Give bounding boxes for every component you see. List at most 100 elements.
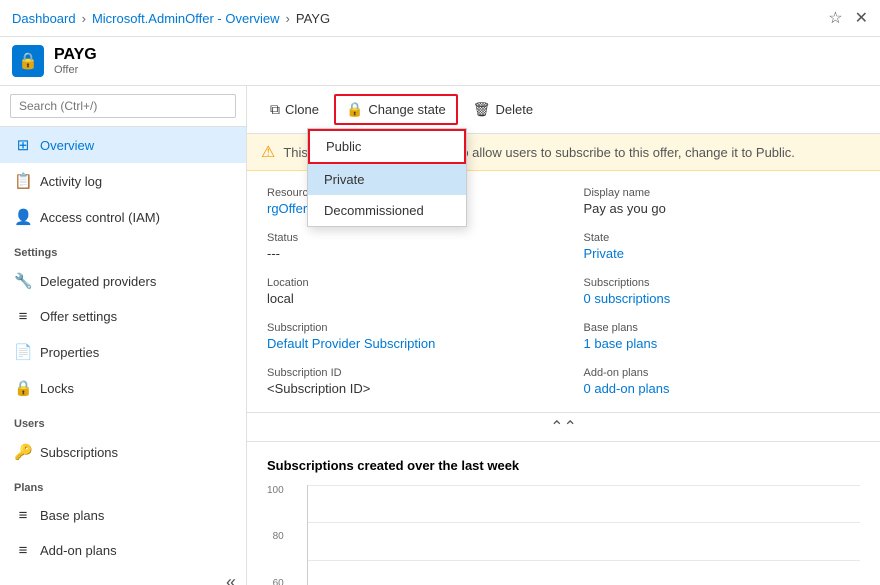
subscription-value[interactable]: Default Provider Subscription [267, 336, 544, 351]
change-state-dropdown: Public Private Decommissioned [307, 128, 467, 227]
properties-icon: 📄 [14, 343, 32, 361]
clone-icon: ⧉ [270, 101, 280, 118]
activity-log-icon: 📋 [14, 172, 32, 190]
base-plans-item: Base plans 1 base plans [584, 322, 861, 351]
plans-section-label: Plans [0, 470, 246, 498]
sidebar-collapse[interactable]: « [0, 568, 246, 585]
delete-label: Delete [496, 102, 534, 117]
status-value: --- [267, 246, 544, 261]
users-section-label: Users [0, 406, 246, 434]
scroll-indicator[interactable]: ⌃⌃ [247, 412, 880, 441]
search-box [0, 86, 246, 127]
breadcrumb-admin-offer[interactable]: Microsoft.AdminOffer - Overview [92, 11, 280, 26]
sidebar-item-locks[interactable]: 🔒 Locks [0, 370, 246, 406]
settings-section-label: Settings [0, 235, 246, 263]
sidebar-item-delegated-providers[interactable]: 🔧 Delegated providers [0, 263, 246, 299]
subscription-item: Subscription Default Provider Subscripti… [267, 322, 544, 351]
add-on-plans-item: Add-on plans 0 add-on plans [584, 367, 861, 396]
locks-icon: 🔒 [14, 379, 32, 397]
access-control-icon: 👤 [14, 208, 32, 226]
sidebar-item-base-plans[interactable]: ≡ Base plans [0, 498, 246, 533]
chart-title: Subscriptions created over the last week [267, 458, 860, 473]
sidebar-item-label-delegated-providers: Delegated providers [40, 274, 156, 289]
add-on-plans-icon: ≡ [14, 542, 32, 559]
main-content: ⧉ Clone 🔒 Change state 🗑 Delete Public P… [247, 86, 880, 585]
change-state-button[interactable]: 🔒 Change state [334, 94, 458, 125]
app-header: 🔒 PAYG Offer [0, 37, 880, 86]
pin-icon[interactable]: ☆ [828, 8, 842, 28]
display-name-item: Display name Pay as you go [584, 187, 861, 216]
sidebar-item-label-overview: Overview [40, 138, 94, 153]
y-axis: 100 80 60 40 [267, 485, 290, 585]
sidebar-item-properties[interactable]: 📄 Properties [0, 334, 246, 370]
search-input[interactable] [10, 94, 236, 118]
status-item: Status --- [267, 232, 544, 261]
offer-icon: 🔒 [18, 51, 38, 71]
y-label-80: 80 [273, 531, 284, 542]
subscription-id-label: Subscription ID [267, 367, 544, 379]
breadcrumb-payg: PAYG [296, 11, 330, 26]
y-label-100: 100 [267, 485, 284, 496]
delete-icon: 🗑 [473, 101, 491, 118]
scroll-up-icon[interactable]: ⌃⌃ [550, 417, 577, 437]
add-on-plans-value[interactable]: 0 add-on plans [584, 381, 861, 396]
sidebar: ⊞ Overview 📋 Activity log 👤 Access contr… [0, 86, 247, 585]
base-plans-value[interactable]: 1 base plans [584, 336, 861, 351]
close-icon[interactable]: ✕ [855, 8, 868, 28]
grid-line-60 [308, 560, 860, 561]
status-label: Status [267, 232, 544, 244]
subscription-label: Subscription [267, 322, 544, 334]
sidebar-item-label-locks: Locks [40, 381, 74, 396]
top-bar-icons: ☆ ✕ [828, 8, 868, 28]
sidebar-item-label-offer-settings: Offer settings [40, 309, 117, 324]
subscriptions-count-item: Subscriptions 0 subscriptions [584, 277, 861, 306]
sidebar-item-offer-settings[interactable]: ≡ Offer settings [0, 299, 246, 334]
sidebar-item-activity-log[interactable]: 📋 Activity log [0, 163, 246, 199]
sidebar-item-label-add-on-plans: Add-on plans [40, 543, 117, 558]
display-name-value: Pay as you go [584, 201, 861, 216]
sidebar-item-subscriptions[interactable]: 🔑 Subscriptions [0, 434, 246, 470]
dropdown-item-private[interactable]: Private [308, 164, 466, 195]
state-value[interactable]: Private [584, 246, 861, 261]
chart-area [307, 485, 860, 585]
sidebar-item-add-on-plans[interactable]: ≡ Add-on plans [0, 533, 246, 568]
chart-section: Subscriptions created over the last week… [247, 441, 880, 585]
subscriptions-icon: 🔑 [14, 443, 32, 461]
sidebar-item-label-subscriptions: Subscriptions [40, 445, 118, 460]
location-value: local [267, 291, 544, 306]
base-plans-label: Base plans [584, 322, 861, 334]
add-on-plans-label: Add-on plans [584, 367, 861, 379]
sidebar-item-label-base-plans: Base plans [40, 508, 104, 523]
layout: ⊞ Overview 📋 Activity log 👤 Access contr… [0, 86, 880, 585]
clone-label: Clone [285, 102, 319, 117]
grid-line-80 [308, 522, 860, 523]
dropdown-item-decommissioned[interactable]: Decommissioned [308, 195, 466, 226]
delete-button[interactable]: 🗑 Delete [462, 95, 544, 124]
location-label: Location [267, 277, 544, 289]
clone-button[interactable]: ⧉ Clone [259, 95, 330, 124]
top-bar: Dashboard › Microsoft.AdminOffer - Overv… [0, 0, 880, 37]
sidebar-item-label-access-control: Access control (IAM) [40, 210, 160, 225]
sidebar-item-access-control[interactable]: 👤 Access control (IAM) [0, 199, 246, 235]
sidebar-item-label-activity-log: Activity log [40, 174, 102, 189]
delegated-providers-icon: 🔧 [14, 272, 32, 290]
overview-icon: ⊞ [14, 136, 32, 154]
app-icon: 🔒 [12, 45, 44, 77]
dropdown-item-public[interactable]: Public [308, 129, 466, 164]
app-subtitle: Offer [54, 64, 97, 76]
breadcrumb: Dashboard › Microsoft.AdminOffer - Overv… [12, 11, 330, 26]
state-label: State [584, 232, 861, 244]
chart-container: 100 80 60 40 [267, 485, 860, 585]
change-state-icon: 🔒 [346, 101, 363, 118]
toolbar: ⧉ Clone 🔒 Change state 🗑 Delete Public P… [247, 86, 880, 134]
app-title: PAYG [54, 46, 97, 64]
sidebar-item-overview[interactable]: ⊞ Overview [0, 127, 246, 163]
breadcrumb-sep-2: › [286, 11, 290, 26]
base-plans-icon: ≡ [14, 507, 32, 524]
dropdown-private-label: Private [324, 172, 364, 187]
subscriptions-count-value[interactable]: 0 subscriptions [584, 291, 861, 306]
app-title-group: PAYG Offer [54, 46, 97, 76]
breadcrumb-sep-1: › [82, 11, 86, 26]
sidebar-item-label-properties: Properties [40, 345, 99, 360]
breadcrumb-dashboard[interactable]: Dashboard [12, 11, 76, 26]
